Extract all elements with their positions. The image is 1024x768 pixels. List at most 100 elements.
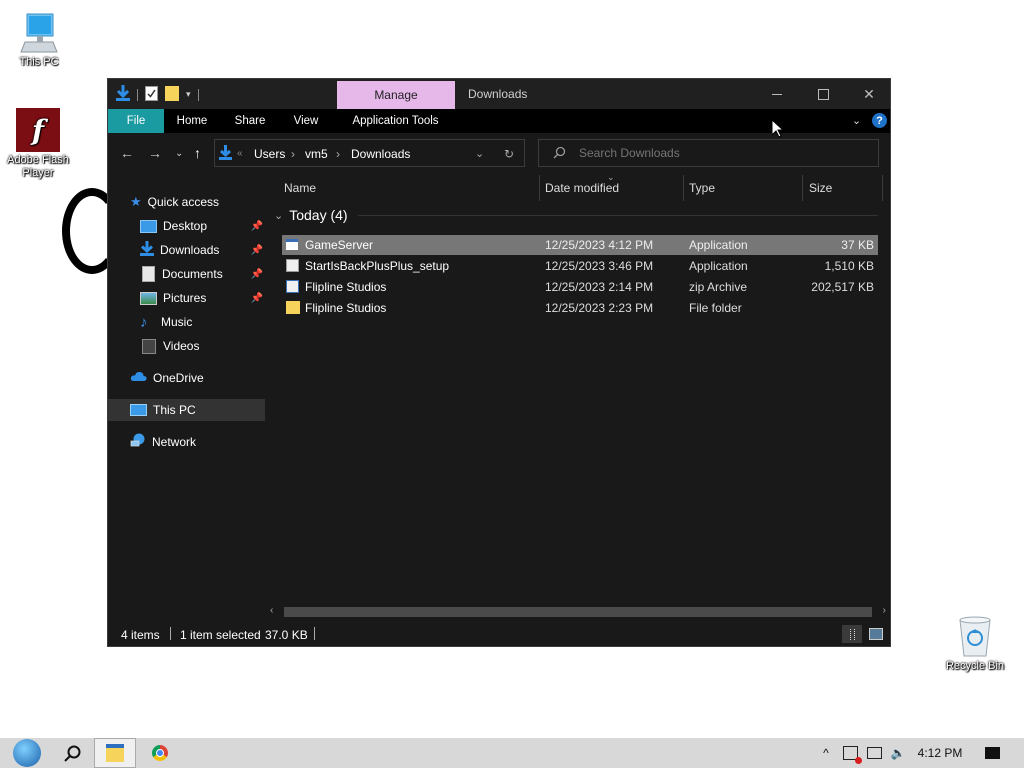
file-date: 12/25/2023 2:23 PM [545,301,654,315]
nav-item-quick-access[interactable]: ★ Quick access [108,191,265,213]
breadcrumb-vm5[interactable]: vm5 [305,147,328,161]
pictures-folder-icon [140,291,157,305]
nav-item-music[interactable]: ♪ Music [108,311,265,333]
back-button[interactable]: ← [120,145,134,161]
pin-icon: 📌 [250,244,263,256]
forward-button[interactable]: → [148,145,162,161]
group-header-today[interactable]: ⌄ Today (4) [274,207,878,223]
column-header-type[interactable]: Type [689,175,799,201]
desktop-icon-label: Adobe Flash Player [7,154,69,179]
file-date: 12/25/2023 3:46 PM [545,259,654,273]
table-row[interactable]: Flipline Studios 12/25/2023 2:14 PM zip … [282,277,878,297]
computer-icon [130,404,147,416]
breadcrumb-users[interactable]: Users [254,147,285,161]
file-date: 12/25/2023 4:12 PM [545,238,654,252]
nav-item-downloads[interactable]: Downloads 📌 [108,239,265,261]
nav-item-onedrive[interactable]: OneDrive [108,367,265,389]
column-header-size[interactable]: Size [809,175,879,201]
security-tray-icon[interactable] [840,738,862,768]
application-icon [286,239,298,250]
help-icon[interactable]: ? [872,113,887,128]
minimize-button[interactable] [756,82,798,106]
breadcrumb-separator-icon: › [291,147,295,161]
show-hidden-icons-button[interactable]: ^ [816,738,836,768]
volume-tray-icon[interactable]: 🔈 [888,738,908,768]
properties-icon[interactable] [145,85,158,104]
table-row[interactable]: StartIsBackPlusPlus_setup 12/25/2023 3:4… [282,256,878,276]
table-row[interactable]: GameServer 12/25/2023 4:12 PM Applicatio… [282,235,878,255]
expand-ribbon-icon[interactable]: ⌄ [852,114,861,127]
breadcrumb-overflow[interactable]: « [237,148,243,159]
tab-application-tools[interactable]: Application Tools [338,109,453,133]
customize-toolbar-icon[interactable]: ▾ [186,89,191,100]
tab-home[interactable]: Home [168,109,216,133]
up-button[interactable]: ↑ [194,145,201,161]
horizontal-scrollbar[interactable]: ‹ › [266,605,890,619]
status-size: 37.0 KB [265,628,308,642]
start-button[interactable] [8,738,46,768]
scroll-left-icon[interactable]: ‹ [270,605,273,616]
videos-folder-icon [142,338,156,354]
scrollbar-thumb[interactable] [284,607,872,617]
large-icons-view-button[interactable] [868,626,884,641]
tab-manage[interactable]: Manage [337,81,455,109]
desktop-icon-adobe-flash-player[interactable]: f Adobe Flash Player [2,108,74,180]
address-history-dropdown[interactable]: ⌄ [475,147,484,160]
nav-item-videos[interactable]: Videos [108,335,265,357]
navigation-pane: ★ Quick access Desktop 📌 Downloads 📌 Doc… [108,175,265,623]
tab-file[interactable]: File [108,109,164,133]
recent-locations-button[interactable]: ⌄ [175,148,183,159]
file-name: StartIsBackPlusPlus_setup [305,259,450,273]
nav-item-this-pc[interactable]: This PC [108,399,265,421]
search-box[interactable] [538,139,879,167]
file-type: zip Archive [689,280,748,294]
clock[interactable]: 4:12 PM [912,738,968,768]
close-button[interactable]: ✕ [848,82,890,106]
column-header-date-modified[interactable]: Date modified [545,175,685,201]
mouse-cursor [771,118,785,141]
file-explorer-window: ▾ Manage Downloads ✕ File Home Share Vie… [107,78,891,647]
breadcrumb-downloads[interactable]: Downloads [351,147,410,161]
close-icon: ✕ [863,85,875,102]
group-label: Today (4) [289,207,348,223]
nav-item-label: Videos [163,339,200,353]
file-list: Name Date modified ⌄ Type Size ⌄ Today (… [266,172,890,623]
search-input[interactable] [577,145,871,161]
nav-item-label: Quick access [147,195,220,209]
network-tray-icon[interactable] [864,738,884,768]
tab-view[interactable]: View [282,109,330,133]
desktop-icon-recycle-bin[interactable]: Recycle Bin [939,614,1011,673]
shield-icon [842,746,862,764]
collapse-group-icon: ⌄ [274,209,284,222]
file-name: GameServer [305,238,374,252]
action-center-button[interactable] [980,738,1004,768]
toolbar-separator [197,88,199,101]
nav-item-pictures[interactable]: Pictures 📌 [108,287,265,309]
address-bar[interactable]: « Users › vm5 › Downloads ⌄ ↻ [214,139,525,167]
desktop-icon-label: Recycle Bin [945,660,1005,672]
desktop-folder-icon [140,219,157,233]
details-view-button[interactable] [842,625,862,643]
status-divider [170,627,171,640]
nav-item-network[interactable]: Network [108,431,265,453]
volume-muted-icon: 🔈 [890,746,906,760]
maximize-button[interactable] [802,82,844,106]
file-size: 37 KB [841,238,874,252]
nav-item-documents[interactable]: Documents 📌 [108,263,265,285]
status-bar: 4 items 1 item selected 37.0 KB [108,623,890,646]
column-header-name[interactable]: Name [284,175,534,201]
desktop-icon-this-pc[interactable]: This PC [3,12,75,69]
maximize-icon [817,88,829,100]
scroll-right-icon[interactable]: › [883,605,886,616]
tab-share[interactable]: Share [226,109,274,133]
file-name: Flipline Studios [305,280,387,294]
table-row[interactable]: Flipline Studios 12/25/2023 2:23 PM File… [282,298,878,318]
refresh-button[interactable]: ↻ [504,147,514,161]
new-folder-icon[interactable] [165,85,179,104]
nav-item-desktop[interactable]: Desktop 📌 [108,215,265,237]
file-size: 1,510 KB [824,259,874,273]
taskbar-file-explorer[interactable] [94,738,136,768]
taskbar-chrome[interactable] [146,738,174,768]
search-button[interactable] [58,738,86,768]
nav-item-label: Music [161,315,193,329]
